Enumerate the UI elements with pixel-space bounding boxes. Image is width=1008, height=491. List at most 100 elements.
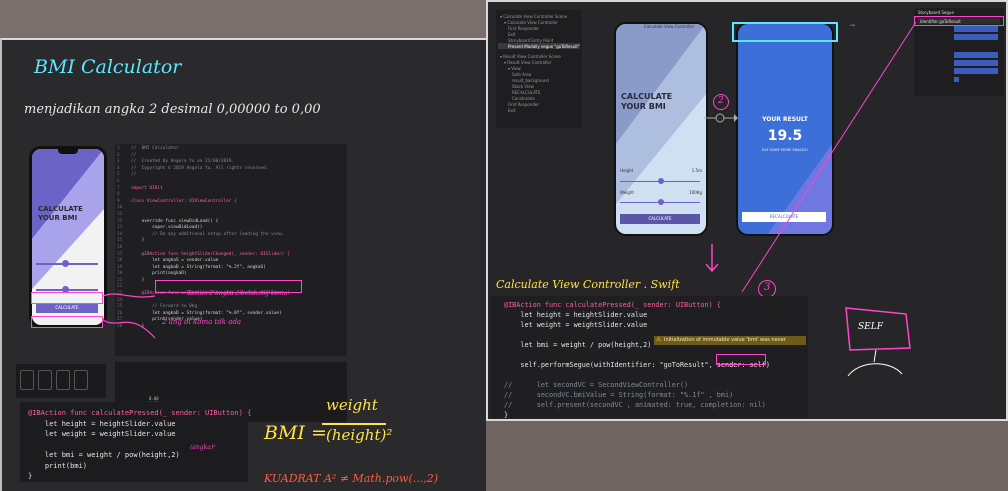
segue-arrow xyxy=(704,113,738,123)
no-decimal-annotation: 2 ang di koma tdk ada xyxy=(162,318,242,326)
two-decimal-annotation: Taman 2 angka dibelakang koma xyxy=(187,290,288,297)
code-line: // secondVC.bmiValue = String(format: "%… xyxy=(504,391,734,399)
phone-calc-button[interactable]: CALCULATE xyxy=(36,303,98,313)
code-line: let height = heightSlider.value xyxy=(504,311,648,319)
calculate-screen-preview: Calculate View Controller CALCULATE YOUR… xyxy=(614,22,708,236)
code-line: print(bmi) xyxy=(28,461,88,470)
outline-row[interactable]: Constraints xyxy=(512,96,535,101)
class-field[interactable] xyxy=(954,26,998,32)
bottom-code-text: @IBAction func calculatePressed(_ sender… xyxy=(28,408,251,482)
segue-id-highlight xyxy=(716,354,766,365)
annotation-arrows xyxy=(102,293,156,339)
calc-height-thumb[interactable] xyxy=(658,178,664,184)
warning-icon: ⚠ xyxy=(656,336,662,343)
outline-row[interactable]: Exit xyxy=(508,32,516,37)
code-line: import UIKit xyxy=(131,185,163,191)
code-line: // let secondVC = SecondViewController() xyxy=(504,381,689,389)
calc-heading-1: CALCULATE xyxy=(621,92,673,101)
code-line: @IBAction func calculatePressed(_ sender… xyxy=(28,409,252,417)
outline-row[interactable]: First Responder xyxy=(508,102,539,107)
device-icon[interactable] xyxy=(56,370,70,390)
warning-text: Initialization of immutable value 'bmi' … xyxy=(664,337,786,343)
animates-checkbox[interactable] xyxy=(954,77,959,82)
code-line: print(angkaD) xyxy=(131,271,187,277)
bmi-title: BMI Calculator xyxy=(34,56,182,78)
height-slider-highlight xyxy=(31,292,103,304)
pow-note: (angka)² xyxy=(190,444,216,451)
debug-toolbar xyxy=(16,364,106,398)
code-line: // Do any additional setup after loading… xyxy=(131,231,285,237)
bottom-code-snippet: @IBAction func calculatePressed(_ sender… xyxy=(20,402,251,482)
transition-popup[interactable] xyxy=(954,68,998,74)
phone-heading-1: CALCULATE xyxy=(38,205,83,213)
scene-outline: ▾ Calculate View Controller Scene ▾ Calc… xyxy=(496,10,582,128)
outline-row[interactable]: ▾ Result View Controller Scene xyxy=(500,54,561,59)
outline-row[interactable]: ▾ Calculate View Controller xyxy=(504,20,558,25)
outline-row[interactable]: ▾ View xyxy=(508,66,521,71)
circle-two-outline xyxy=(713,94,729,110)
outline-row[interactable]: Present Modally segue "goToResult" xyxy=(508,44,580,49)
outline-row[interactable]: Stack View xyxy=(512,84,534,89)
device-icon[interactable] xyxy=(20,370,34,390)
phone-heading-2: YOUR BMI xyxy=(38,214,78,222)
background-fill xyxy=(486,421,1008,491)
self-monitor-doodle xyxy=(845,307,911,377)
outline-row[interactable]: ▾ Result View Controller xyxy=(504,60,551,65)
outline-row[interactable]: Safe Area xyxy=(512,72,531,77)
bmi-formula-numerator: weight xyxy=(326,396,378,414)
device-icon[interactable] xyxy=(38,370,52,390)
outline-row[interactable]: Exit xyxy=(508,108,516,113)
outline-row[interactable]: ▾ Calculate View Controller Scene xyxy=(500,14,567,19)
outline-row[interactable]: First Responder xyxy=(508,26,539,31)
code-line: let height = heightSlider.value xyxy=(28,419,176,428)
code-line: } xyxy=(504,411,509,418)
bmi-formula-denominator: (height)² xyxy=(326,426,393,444)
fraction-bar xyxy=(322,423,386,425)
code-line: let bmi = weight / pow(height,2) xyxy=(28,451,180,459)
outline-row[interactable]: result_background xyxy=(512,78,549,83)
warning-banner: ⚠ Initialization of immutable value 'bmi… xyxy=(654,336,806,345)
kind-popup[interactable] xyxy=(954,52,998,58)
presentation-popup[interactable] xyxy=(954,60,998,66)
device-icon[interactable] xyxy=(74,370,88,390)
height-value: 1.5m xyxy=(691,168,702,173)
section-title: Calculate View Controller . Swift xyxy=(496,278,680,291)
code-line: } xyxy=(28,472,33,480)
calc-weight-thumb[interactable] xyxy=(658,199,664,205)
identifier-highlight xyxy=(914,16,1004,26)
right-screenshot-panel: ▾ Calculate View Controller Scene ▾ Calc… xyxy=(486,0,1008,421)
code-line: @IBAction func calculatePressed(_ sender… xyxy=(504,301,721,309)
height-label: Height xyxy=(620,168,634,173)
calc-calculate-button[interactable]: CALCULATE xyxy=(620,214,700,224)
weight-slider-highlight xyxy=(31,316,103,328)
height-slider-thumb[interactable] xyxy=(62,260,69,267)
code-line: // BMI Calculator xyxy=(131,146,179,151)
code-line: let angkaS = sender.value xyxy=(131,258,219,264)
down-arrow xyxy=(705,244,719,273)
code-line: super.viewDidLoad() xyxy=(131,225,203,231)
module-field[interactable] xyxy=(954,34,998,40)
annotation-connector xyxy=(741,21,917,293)
weight-value: 100Kg xyxy=(689,190,702,195)
code-line: } xyxy=(131,238,145,244)
code-line: class ViewController: UIViewController { xyxy=(131,198,237,204)
bmi-formula-lhs: BMI = xyxy=(264,422,327,444)
code-line: // xyxy=(131,172,137,178)
phone-notch xyxy=(58,149,78,154)
weight-label: Weight xyxy=(620,190,634,195)
decimal-note: menjadikan angka 2 desimal 0,00000 to 0,… xyxy=(24,102,321,117)
code-line: let weight = weightSlider.value xyxy=(504,321,648,329)
calc-heading-2: YOUR BMI xyxy=(621,102,666,111)
code-line: // Copyright © 2019 Angela Yu. All right… xyxy=(131,165,269,171)
code-line: // Created by Angela Yu on 21/08/2019. xyxy=(131,159,235,165)
code-line: // self.present(secondVC , animated: tru… xyxy=(504,401,766,409)
outline-row[interactable]: RECALCULATE xyxy=(512,90,541,95)
code-line: let weight = weightSlider.value xyxy=(28,430,176,438)
calc-title-bar: Calculate View Controller xyxy=(644,24,695,29)
